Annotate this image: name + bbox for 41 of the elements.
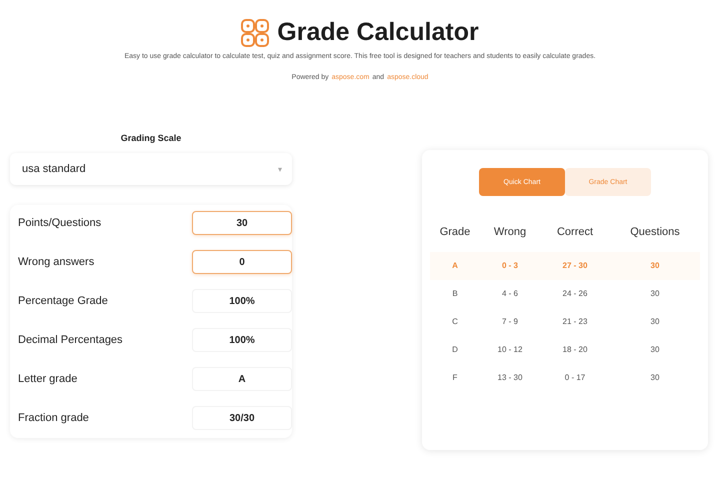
caret-icon: ▾ — [278, 164, 282, 174]
field-label: Decimal Percentages — [18, 334, 123, 346]
table-cell: 30 — [610, 252, 700, 280]
table-cell-text: 30 — [650, 372, 660, 384]
result-field: 30/30 — [192, 406, 292, 430]
field-label: Fraction grade — [18, 412, 89, 424]
column-header: Wrong — [492, 226, 528, 240]
table-cell-text: 18 - 20 — [562, 344, 588, 356]
table-cell: A — [430, 252, 480, 280]
column-header: Correct — [556, 226, 594, 240]
table-cell: 0 - 3 — [480, 252, 540, 280]
calculator-icon — [241, 18, 270, 46]
table-cell-text: 30 — [650, 316, 660, 328]
table-cell-text: 0 - 17 — [564, 372, 586, 384]
column-header: Grade — [438, 226, 472, 240]
table-cell-text: 30 — [650, 344, 660, 356]
table-cell-text: 10 - 12 — [496, 344, 524, 356]
field-label: Wrong answers — [18, 256, 94, 268]
table-cell-text: C — [451, 316, 459, 328]
result-field: 100% — [192, 328, 292, 352]
table-cell-text: 24 - 26 — [562, 288, 588, 300]
column-header: Questions — [629, 226, 681, 240]
scale-label: Grading Scale — [120, 133, 182, 143]
field-label: Percentage Grade — [18, 295, 108, 307]
scale-dropdown[interactable]: usa standard ▾ — [10, 153, 292, 185]
table-cell-text: 21 - 23 — [562, 316, 588, 328]
table-cell-text: 30 — [650, 288, 660, 300]
table-cell-text: 4 - 6 — [500, 288, 519, 300]
input-field[interactable]: 0 — [192, 250, 292, 274]
table-cell-text: 13 - 30 — [496, 372, 524, 384]
table-cell-text: 7 - 9 — [500, 316, 519, 328]
page-title: Grade Calculator — [277, 18, 479, 47]
result-field: 100% — [192, 289, 292, 313]
field-label: Points/Questions — [18, 217, 102, 229]
field-label: Letter grade — [18, 373, 78, 385]
table-cell-text: B — [451, 288, 459, 300]
input-field[interactable]: 30 — [192, 211, 292, 235]
result-field: A — [192, 367, 292, 391]
table-cell: 27 - 30 — [540, 252, 610, 280]
table-cell-text: D — [451, 344, 459, 356]
table-cell-text: F — [452, 372, 458, 384]
